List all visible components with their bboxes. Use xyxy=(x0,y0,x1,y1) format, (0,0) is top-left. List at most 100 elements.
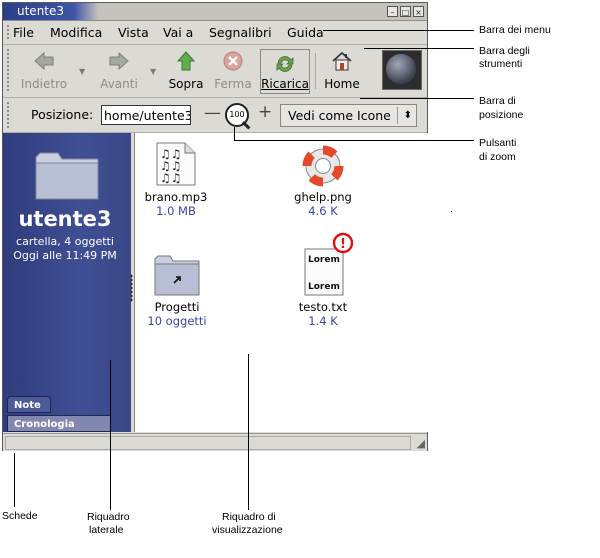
menubar-grip[interactable] xyxy=(6,24,11,41)
callout-line xyxy=(234,140,474,141)
file-info: 4.6 K xyxy=(308,204,338,218)
callout-viewpane-line2: visualizzazione xyxy=(212,524,283,536)
back-history-dropdown-icon[interactable]: ▼ xyxy=(79,67,85,76)
tab-cronologia[interactable]: Cronologia xyxy=(7,415,111,432)
callout-dot: . xyxy=(450,203,453,215)
menu-segnalibri[interactable]: Segnalibri xyxy=(209,25,272,40)
file-name: testo.txt xyxy=(298,300,348,314)
side-folder-name: utente3 xyxy=(18,207,112,231)
magnifier-handle xyxy=(241,121,251,130)
callout-line xyxy=(234,127,235,141)
callout-menubar: Barra dei menu xyxy=(479,24,551,36)
side-pane: utente3 cartella, 4 oggetti Oggi alle 11… xyxy=(3,133,131,432)
menu-vista[interactable]: Vista xyxy=(118,25,149,40)
title-bar[interactable]: utente3 – □ × xyxy=(3,3,427,21)
music-file-icon: ♫♫♫♫♫♫ xyxy=(156,142,196,186)
up-label: Sopra xyxy=(168,77,204,91)
reload-label: Ricarica xyxy=(261,77,309,91)
home-label: Home xyxy=(324,77,360,91)
file-info: 1.4 K xyxy=(308,314,338,328)
pane-resize-handle[interactable] xyxy=(130,274,133,302)
side-folder-info: cartella, 4 oggetti xyxy=(16,235,114,248)
callout-toolbar-line1: Barra degli xyxy=(479,45,530,57)
callout-locationbar-line2: posizione xyxy=(479,109,524,121)
view-as-separator xyxy=(397,107,398,124)
zoom-in-icon[interactable]: + xyxy=(258,102,272,122)
callout-viewpane-line1: Riquadro di xyxy=(222,511,276,523)
updown-arrow-icon: ⬍ xyxy=(403,110,412,121)
side-folder-date: Oggi alle 11:49 PM xyxy=(13,249,117,262)
callout-zoom-line1: Pulsanti xyxy=(479,137,517,149)
forward-label: Avanti xyxy=(100,77,138,91)
back-arrow-icon xyxy=(34,51,54,71)
status-text-area xyxy=(5,436,411,450)
text-file-preview-line: Lorem xyxy=(308,282,340,292)
menu-vai-a[interactable]: Vai a xyxy=(163,25,193,40)
folder-link-icon xyxy=(154,255,200,296)
stop-label: Ferma xyxy=(214,77,252,91)
toolbar-grip[interactable] xyxy=(6,48,11,92)
callout-line xyxy=(323,30,474,31)
callout-line xyxy=(248,354,249,510)
svg-text:!: ! xyxy=(340,237,346,252)
close-icon[interactable]: × xyxy=(413,6,424,17)
callout-sidepane-line2: laterale xyxy=(89,524,124,536)
minimize-icon[interactable]: – xyxy=(387,6,398,17)
file-info: 10 oggetti xyxy=(147,314,207,328)
callout-locationbar-line1: Barra di xyxy=(479,95,516,107)
callout-line xyxy=(364,48,474,49)
window-title: utente3 xyxy=(17,4,65,18)
location-label: Posizione: xyxy=(31,107,94,122)
back-label: Indietro xyxy=(20,77,68,91)
reload-icon xyxy=(276,56,294,72)
file-info: 1.0 MB xyxy=(156,204,196,218)
callout-line xyxy=(14,453,15,507)
stop-icon xyxy=(223,51,243,71)
file-item[interactable]: ghelp.png 4.6 K xyxy=(283,145,363,218)
throbber xyxy=(382,50,422,90)
up-arrow-icon xyxy=(176,51,196,71)
view-as-select[interactable]: Vedi come Icone ⬍ xyxy=(280,104,417,127)
file-name: ghelp.png xyxy=(294,190,352,204)
callout-tabs: Schede xyxy=(2,510,38,522)
text-file-icon: Lorem Lorem ! xyxy=(304,232,354,296)
view-pane: ♫♫ ♫♫ ♫♫ brano.mp3 1.0 MB ghelp.png 4.6 K … xyxy=(134,133,428,432)
text-file-preview-line: Lorem xyxy=(308,255,340,265)
toolbar-separator xyxy=(315,53,316,89)
throbber-sphere-icon xyxy=(386,54,416,84)
location-input[interactable]: home/utente3 xyxy=(101,105,191,125)
up-button[interactable]: Sopra xyxy=(166,47,206,93)
callout-sidepane-line1: Riquadro xyxy=(87,511,130,523)
tab-note[interactable]: Note xyxy=(7,396,51,413)
file-name: Progetti xyxy=(154,300,200,314)
resize-grip-icon[interactable]: ◢ xyxy=(417,437,425,450)
stop-button[interactable]: Ferma xyxy=(211,47,255,93)
file-name: brano.mp3 xyxy=(144,190,208,204)
forward-button[interactable]: Avanti xyxy=(93,47,145,93)
file-item[interactable]: Progetti 10 oggetti xyxy=(137,253,217,328)
location-bar: Posizione: home/utente3 — 100 + Vedi com… xyxy=(3,98,427,133)
menu-bar: File Modifica Vista Vai a Segnalibri Gui… xyxy=(3,21,427,45)
callout-toolbar-line2: strumenti xyxy=(479,58,523,70)
view-as-value: Vedi come Icone xyxy=(288,108,391,123)
maximize-icon[interactable]: □ xyxy=(400,6,411,17)
callout-line xyxy=(360,98,474,99)
file-item[interactable]: ♫♫ ♫♫ ♫♫ brano.mp3 1.0 MB xyxy=(135,141,217,218)
home-icon xyxy=(332,51,352,71)
callout-zoom-line2: di zoom xyxy=(479,151,516,163)
forward-arrow-icon xyxy=(109,51,129,71)
forward-history-dropdown-icon[interactable]: ▼ xyxy=(150,67,156,76)
menu-file[interactable]: File xyxy=(13,25,34,40)
toolbar: Indietro ▼ Avanti ▼ Sopra Ferma Ricarica… xyxy=(3,45,427,98)
locationbar-grip[interactable] xyxy=(6,101,11,129)
file-item[interactable]: Lorem Lorem ! testo.txt 1.4 K xyxy=(283,231,363,328)
svg-text:♫♫: ♫♫ xyxy=(160,171,182,185)
back-button[interactable]: Indietro xyxy=(17,47,71,93)
callout-line xyxy=(110,360,111,510)
zoom-out-icon[interactable]: — xyxy=(204,103,221,123)
reload-button[interactable]: Ricarica xyxy=(260,49,310,94)
home-button[interactable]: Home xyxy=(320,47,364,93)
file-manager-window: utente3 – □ × File Modifica Vista Vai a … xyxy=(2,2,428,451)
menu-modifica[interactable]: Modifica xyxy=(50,25,102,40)
menu-guida[interactable]: Guida xyxy=(287,25,324,40)
